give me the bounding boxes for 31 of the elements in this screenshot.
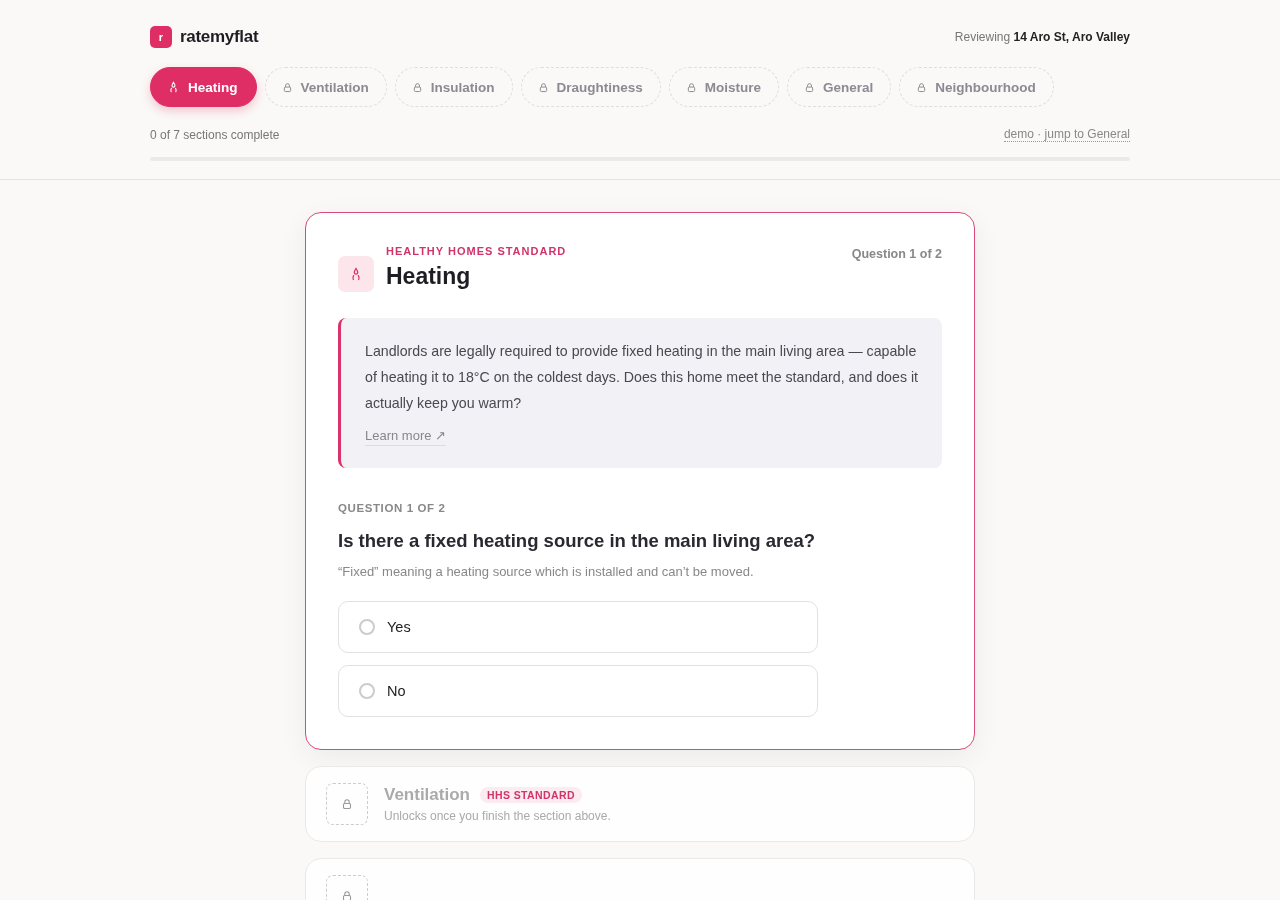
info-text: Landlords are legally required to provide fixed heating in the main living area — capable of heating it to 18°C on the coldest days. Does this home meet the standard, and does it actually keep you warm? xyxy=(365,342,918,413)
radio-button[interactable] xyxy=(359,683,375,699)
answer-option[interactable]: No xyxy=(338,665,818,717)
section-eyebrow: HEALTHY HOMES STANDARD xyxy=(386,245,568,257)
lock-icon xyxy=(282,81,292,93)
demo-link[interactable]: demo · jump to General xyxy=(1003,127,1130,142)
learn-more-link[interactable]: Learn more ↗ xyxy=(365,428,446,446)
locked-section-title: Ventilation xyxy=(384,785,470,805)
question-label: QUESTION 1 OF 2 xyxy=(338,502,447,514)
progress-text: 0 of 7 sections complete xyxy=(150,127,280,142)
brand-name: ratemyflat xyxy=(180,27,259,47)
reviewing-address: Reviewing 14 Aro St, Aro Valley xyxy=(954,30,1130,44)
lock-icon xyxy=(805,81,815,93)
section-title: Heating xyxy=(386,263,472,290)
question-counter: Question 1 of 2 xyxy=(851,247,942,261)
logo-badge: r xyxy=(150,26,172,48)
section-tab[interactable]: Heating xyxy=(150,67,257,107)
answer-option[interactable]: Yes xyxy=(338,601,818,653)
lock-icon xyxy=(342,798,352,810)
lock-icon xyxy=(686,81,696,93)
lock-icon xyxy=(412,81,422,93)
flame-icon xyxy=(168,81,179,93)
standard-badge: HHS STANDARD xyxy=(479,787,582,803)
question-hint: “Fixed” meaning a heating source which is installed and can’t be moved. xyxy=(338,564,755,579)
lock-icon xyxy=(917,81,927,93)
radio-button[interactable] xyxy=(359,619,375,635)
flame-icon xyxy=(350,267,362,281)
lock-icon xyxy=(342,890,352,900)
question-text: Is there a fixed heating source in the main living area? xyxy=(338,530,817,552)
unlock-note: Unlocks once you finish the section above. xyxy=(384,809,611,823)
lock-icon xyxy=(538,81,548,93)
